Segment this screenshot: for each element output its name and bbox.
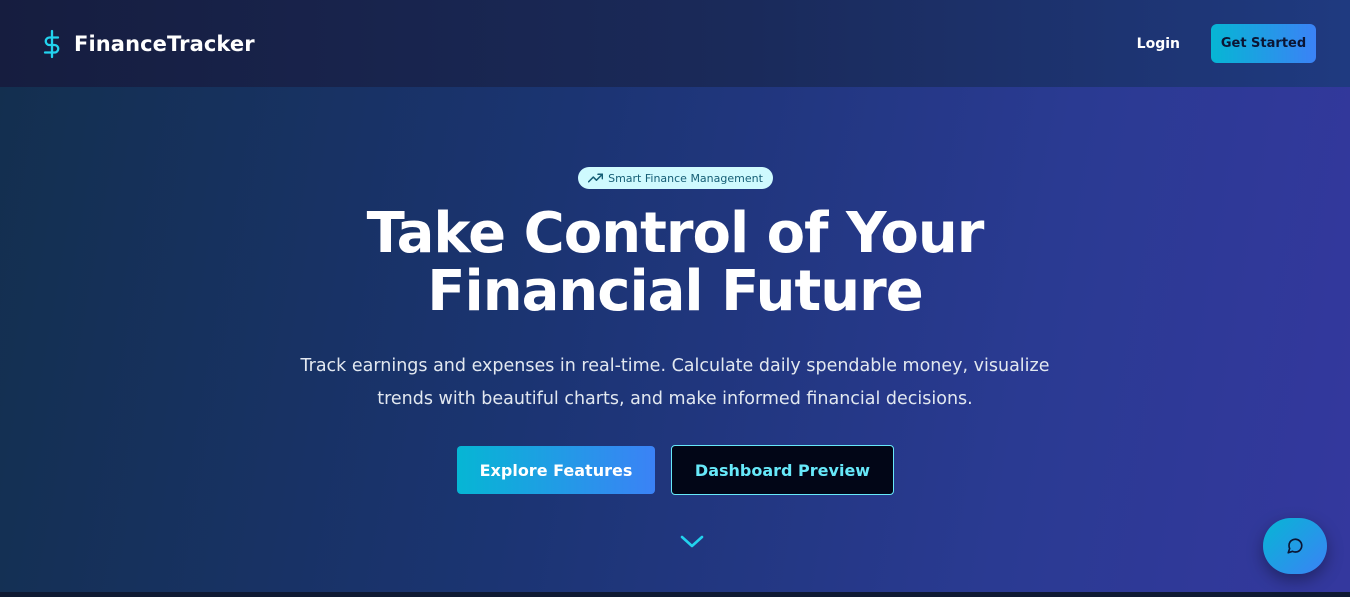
dashboard-preview-button[interactable]: Dashboard Preview [671,445,894,495]
trending-up-icon [588,173,604,183]
get-started-button[interactable]: Get Started [1211,24,1316,63]
brand-logo[interactable]: FinanceTracker [40,29,255,59]
dollar-sign-icon [40,29,64,59]
chat-button[interactable] [1263,518,1327,574]
hero-title: Take Control of Your Financial Future [366,201,985,324]
next-section-edge [0,592,1350,597]
cta-buttons: Explore Features Dashboard Preview [457,445,894,495]
hero-section: Smart Finance Management Take Control of… [0,87,1350,592]
feature-badge: Smart Finance Management [578,167,773,189]
login-link[interactable]: Login [1137,36,1180,52]
top-navbar: FinanceTracker Login Get Started [0,0,1350,87]
hero-subtitle: Track earnings and expenses in real-time… [300,356,1050,409]
badge-label: Smart Finance Management [608,171,763,185]
message-circle-icon [1287,538,1303,554]
explore-features-button[interactable]: Explore Features [457,446,655,494]
nav-actions: Login Get Started [1137,24,1316,63]
brand-name: FinanceTracker [74,31,255,56]
chevron-down-icon[interactable] [680,532,704,550]
